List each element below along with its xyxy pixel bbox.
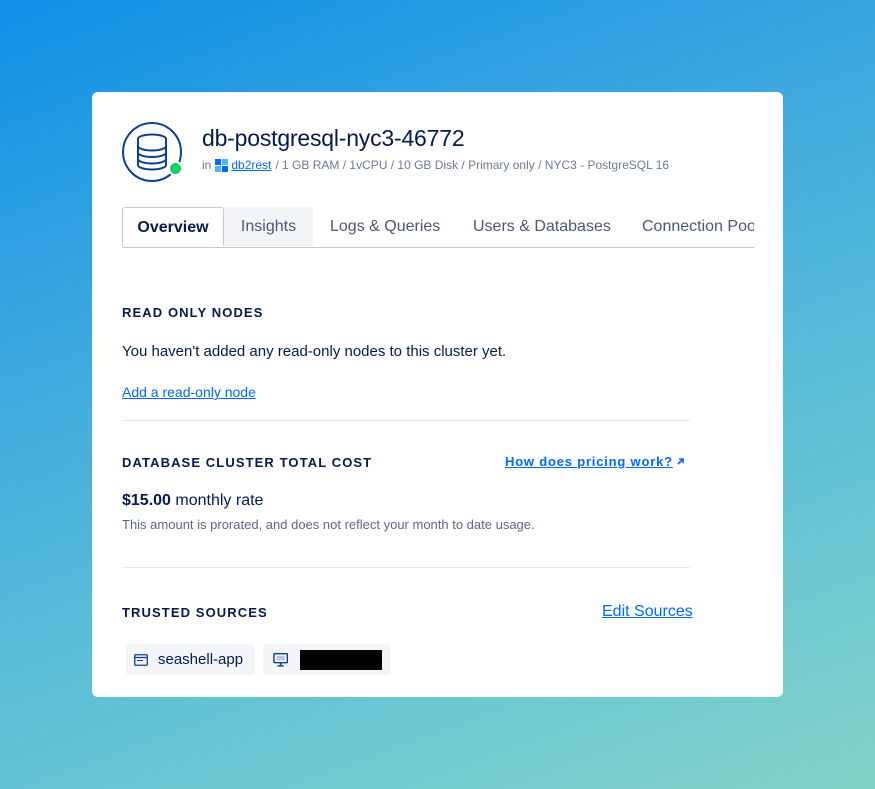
cost-amount: $15.00 xyxy=(122,492,171,509)
meta-prefix: in xyxy=(202,158,212,172)
cost-heading: DATABASE CLUSTER TOTAL COST xyxy=(122,455,373,470)
read-only-nodes-heading: READ ONLY NODES xyxy=(122,305,264,320)
status-online-indicator xyxy=(168,161,183,176)
tab-overview[interactable]: Overview xyxy=(122,207,224,247)
tab-connection-pools[interactable]: Connection Poo xyxy=(642,207,754,246)
add-read-only-node-link[interactable]: Add a read-only node xyxy=(122,384,256,400)
pricing-help-link[interactable]: How does pricing work? xyxy=(505,454,673,469)
trusted-source-chip[interactable]: seashell-app xyxy=(126,644,255,675)
trusted-source-label: seashell-app xyxy=(158,651,244,668)
pricing-help-link-wrap[interactable]: How does pricing work? xyxy=(505,454,685,469)
external-link-icon xyxy=(677,458,684,465)
project-icon xyxy=(215,158,229,172)
edit-sources-link[interactable]: Edit Sources xyxy=(602,603,693,621)
tab-logs-queries[interactable]: Logs & Queries xyxy=(330,207,440,246)
tab-bar: Overview Insights Logs & Queries Users &… xyxy=(122,207,754,248)
trusted-sources-heading: TRUSTED SOURCES xyxy=(122,605,268,620)
app-icon xyxy=(134,653,148,666)
cost-rate-label: monthly rate xyxy=(175,492,264,509)
database-card: db-postgresql-nyc3-46772 in db2rest / 1 … xyxy=(92,92,783,697)
divider xyxy=(122,420,690,421)
cluster-meta: in db2rest / 1 GB RAM / 1vCPU / 10 GB Di… xyxy=(202,158,669,172)
read-only-nodes-message: You haven't added any read-only nodes to… xyxy=(122,343,507,360)
monthly-cost: $15.00 monthly rate xyxy=(122,492,263,510)
trusted-source-chip[interactable] xyxy=(263,644,390,675)
page-title: db-postgresql-nyc3-46772 xyxy=(202,125,465,151)
tab-insights[interactable]: Insights xyxy=(224,207,313,246)
redacted-source-label xyxy=(300,649,382,670)
database-icon xyxy=(122,122,183,182)
divider xyxy=(122,567,690,568)
project-link[interactable]: db2rest xyxy=(231,158,271,172)
cluster-specs: / 1 GB RAM / 1vCPU / 10 GB Disk / Primar… xyxy=(275,158,670,172)
cost-note: This amount is prorated, and does not re… xyxy=(122,517,535,532)
tab-users-databases[interactable]: Users & Databases xyxy=(473,207,611,246)
droplet-monitor-icon xyxy=(273,652,289,667)
